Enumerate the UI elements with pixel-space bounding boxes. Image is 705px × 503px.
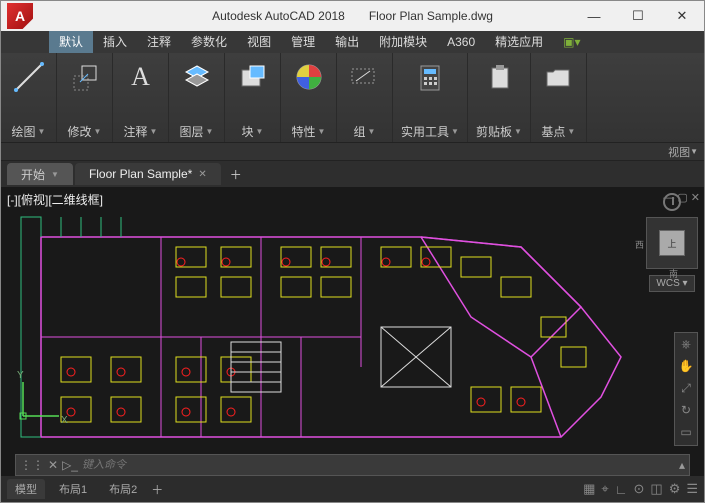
layout1-tab[interactable]: 布局1 <box>51 479 95 499</box>
polar-icon[interactable]: ⊙ <box>633 481 644 497</box>
snap-icon[interactable]: ⌖ <box>601 481 608 497</box>
new-tab-button[interactable]: ＋ <box>223 163 249 185</box>
panel-group[interactable]: 组▼ <box>337 53 393 142</box>
full-nav-icon[interactable]: ⎈ <box>681 337 691 353</box>
file-name: Floor Plan Sample.dwg <box>369 9 493 23</box>
folder-icon <box>540 59 576 95</box>
command-input[interactable] <box>82 459 675 471</box>
file-tabs: 开始▼ Floor Plan Sample*✕ ＋ <box>1 161 704 187</box>
menu-view[interactable]: 视图 <box>237 31 281 53</box>
app-name: Autodesk AutoCAD 2018 <box>212 9 345 23</box>
history-icon[interactable]: ⋮⋮ <box>20 458 44 472</box>
model-tab[interactable]: 模型 <box>7 479 45 499</box>
prompt-icon: ▷_ <box>62 458 78 472</box>
group-icon <box>347 59 383 95</box>
gear-icon[interactable]: ⚙ <box>669 481 681 497</box>
close-icon[interactable]: ✕ <box>198 169 206 180</box>
panel-annotate[interactable]: A 注释▼ <box>113 53 169 142</box>
drawing-viewport[interactable]: [-][俯视][二维线框] — ▢ ✕ <box>1 187 704 476</box>
viewcube[interactable]: 西 上 南 <box>646 217 698 269</box>
menu-default[interactable]: 默认 <box>49 31 93 53</box>
compass-icon[interactable] <box>663 193 681 211</box>
navigation-bar: ⎈ ✋ ⤢ ↻ ▭ <box>674 332 698 446</box>
tab-floorplan[interactable]: Floor Plan Sample*✕ <box>75 163 221 185</box>
properties-icon <box>291 59 327 95</box>
layout2-tab[interactable]: 布局2 <box>101 479 145 499</box>
showmotion-icon[interactable]: ▭ <box>680 425 691 441</box>
block-icon <box>235 59 271 95</box>
modify-icon <box>67 59 103 95</box>
recent-icon[interactable]: ▴ <box>679 458 685 472</box>
menu-icon[interactable]: ☰ <box>686 481 698 497</box>
panel-basepoint[interactable]: 基点▼ <box>531 53 587 142</box>
zoom-icon[interactable]: ⤢ <box>681 381 691 397</box>
minimize-button[interactable]: — <box>572 1 616 31</box>
command-line[interactable]: ⋮⋮ ✕ ▷_ ▴ <box>15 454 690 476</box>
menubar: 默认 插入 注释 参数化 视图 管理 输出 附加模块 A360 精选应用 ▣▾ <box>1 31 704 53</box>
line-icon <box>11 59 47 95</box>
statusbar: 模型 布局1 布局2 ＋ ▦ ⌖ ∟ ⊙ ◫ ⚙ ☰ <box>1 476 704 502</box>
add-layout-button[interactable]: ＋ <box>151 481 163 498</box>
app-logo[interactable]: A <box>7 3 33 29</box>
ucs-icon[interactable]: Y X <box>15 374 65 424</box>
panel-layers[interactable]: 图层▼ <box>169 53 225 142</box>
panel-clipboard[interactable]: 剪贴板▼ <box>468 53 531 142</box>
pan-icon[interactable]: ✋ <box>679 359 694 375</box>
navigation-tools: 西 上 南 WCS ▾ <box>646 193 698 292</box>
maximize-button[interactable]: ☐ <box>616 1 660 31</box>
menu-addins[interactable]: 附加模块 <box>369 31 437 53</box>
clipboard-icon <box>481 59 517 95</box>
view-switch[interactable]: 视图 ▼ <box>1 143 704 161</box>
menu-annotate[interactable]: 注释 <box>137 31 181 53</box>
menu-manage[interactable]: 管理 <box>281 31 325 53</box>
panel-utilities[interactable]: 实用工具▼ <box>393 53 468 142</box>
osnap-icon[interactable]: ◫ <box>650 481 662 497</box>
floor-plan-drawing[interactable] <box>1 187 701 457</box>
close-cmd-icon[interactable]: ✕ <box>48 458 58 472</box>
layers-icon <box>179 59 215 95</box>
text-icon: A <box>123 59 159 95</box>
titlebar: A Autodesk AutoCAD 2018 Floor Plan Sampl… <box>1 1 704 31</box>
panel-draw[interactable]: 绘图▼ <box>1 53 57 142</box>
calculator-icon <box>412 59 448 95</box>
menu-featured[interactable]: 精选应用 <box>485 31 553 53</box>
grid-icon[interactable]: ▦ <box>583 481 595 497</box>
ortho-icon[interactable]: ∟ <box>615 482 628 497</box>
close-button[interactable]: ✕ <box>660 1 704 31</box>
menu-parametric[interactable]: 参数化 <box>181 31 237 53</box>
menu-overflow[interactable]: ▣▾ <box>553 31 590 53</box>
orbit-icon[interactable]: ↻ <box>681 403 691 419</box>
menu-output[interactable]: 输出 <box>325 31 369 53</box>
panel-properties[interactable]: 特性▼ <box>281 53 337 142</box>
tab-start[interactable]: 开始▼ <box>7 163 73 185</box>
panel-modify[interactable]: 修改▼ <box>57 53 113 142</box>
menu-insert[interactable]: 插入 <box>93 31 137 53</box>
ribbon: 绘图▼ 修改▼ A 注释▼ 图层▼ 块▼ 特性▼ 组▼ 实用工具▼ 剪贴板▼ 基… <box>1 53 704 143</box>
panel-block[interactable]: 块▼ <box>225 53 281 142</box>
menu-a360[interactable]: A360 <box>437 31 485 53</box>
